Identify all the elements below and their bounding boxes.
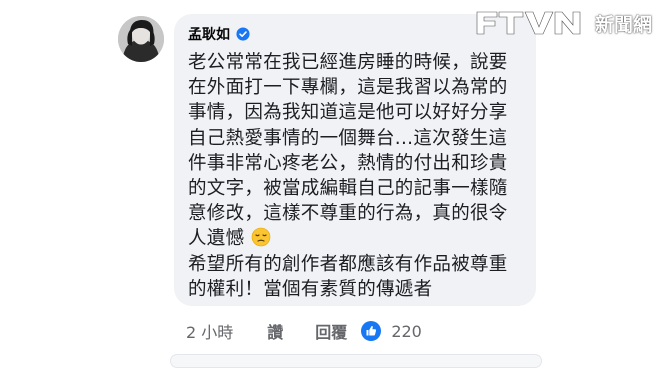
verified-badge-icon bbox=[236, 27, 250, 41]
comment-line: 事情，因為我知道這是他可以好好分享 bbox=[188, 102, 508, 124]
thumbs-up-icon bbox=[361, 321, 382, 341]
like-button[interactable]: 讚 bbox=[267, 319, 283, 343]
comment-line: 意修改，這樣不尊重的行為，真的很令 bbox=[188, 203, 508, 225]
reaction-summary[interactable]: 220 bbox=[361, 321, 422, 341]
comment-actions: 2 小時 讚 回覆 220 bbox=[186, 318, 422, 344]
comment-line: 自己熱愛事情的一個舞台...這次發生這 bbox=[188, 127, 508, 149]
comment-bubble: 孟耿如 老公常常在我已經進房睡的時候，說要 在外面打一下專欄，這是我習以為常的 … bbox=[174, 14, 536, 306]
comment-author: 孟耿如 bbox=[188, 24, 250, 44]
ftvn-logo-icon bbox=[476, 11, 581, 35]
reply-button[interactable]: 回覆 bbox=[315, 319, 347, 343]
comment-line: 件事非常心疼老公，熱情的付出和珍貴 bbox=[188, 152, 508, 174]
ftvn-watermark: 新聞網 bbox=[475, 6, 652, 40]
reaction-count: 220 bbox=[391, 321, 422, 341]
comment-line-with-emoji: 人遺憾 bbox=[188, 226, 526, 251]
comment-text: 老公常常在我已經進房睡的時候，說要 在外面打一下專欄，這是我習以為常的 事情，因… bbox=[188, 50, 526, 302]
avatar[interactable] bbox=[118, 16, 164, 62]
comment-line: 的文字，被當成編輯自己的記事一樣隨 bbox=[188, 178, 508, 200]
watermark-label: 新聞網 bbox=[594, 13, 652, 36]
author-name[interactable]: 孟耿如 bbox=[188, 24, 230, 44]
comment-line: 老公常常在我已經進房睡的時候，說要 bbox=[188, 52, 508, 73]
comment-line: 的權利！當個有素質的傳遞者 bbox=[188, 278, 433, 300]
comment-line: 在外面打一下專欄，這是我習以為常的 bbox=[188, 77, 508, 99]
comment-line: 人遺憾 bbox=[188, 228, 245, 250]
reply-input-edge[interactable] bbox=[170, 354, 542, 368]
comment-line: 希望所有的創作者都應該有作品被尊重 bbox=[188, 253, 508, 275]
comment-timestamp[interactable]: 2 小時 bbox=[186, 319, 233, 343]
pensive-face-icon bbox=[251, 228, 270, 247]
